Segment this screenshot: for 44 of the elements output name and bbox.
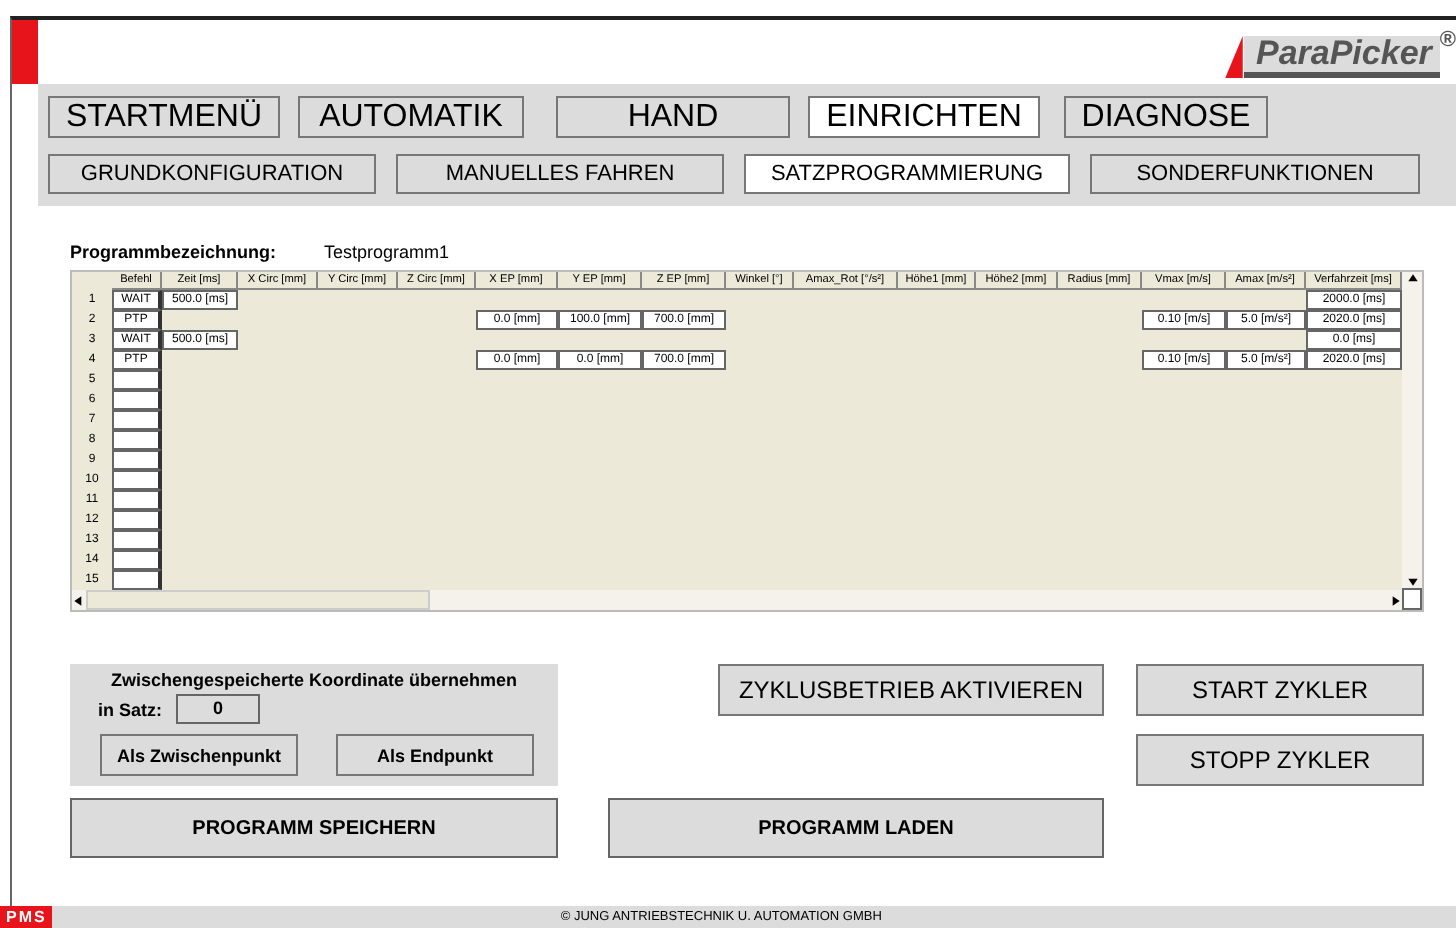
table-cell[interactable]	[112, 390, 162, 410]
load-button[interactable]: PROGRAMM LADEN	[608, 798, 1104, 858]
submenu-tab[interactable]: SATZPROGRAMMIERUNG	[744, 154, 1070, 194]
start-button[interactable]: START ZYKLER	[1136, 664, 1424, 716]
scroll-thumb[interactable]	[86, 590, 430, 610]
table-cell[interactable]	[112, 510, 162, 530]
panel-title: Zwischengespeicherte Koordinate übernehmen	[108, 670, 520, 690]
accent-bar	[12, 20, 38, 84]
submenu-tab[interactable]: GRUNDKONFIGURATION	[48, 154, 376, 194]
block-number-field[interactable]: 0	[176, 694, 260, 724]
triangle-icon	[1223, 36, 1244, 78]
left-arrow-icon[interactable]	[72, 593, 86, 607]
field-label: Programmbezeichnung:	[70, 242, 277, 266]
menu-tab[interactable]: DIAGNOSE	[1064, 96, 1268, 138]
down-arrow-icon[interactable]	[1405, 574, 1419, 588]
vertical-scrollbar[interactable]	[1402, 272, 1422, 588]
stop-button[interactable]: STOPP ZYKLER	[1136, 734, 1424, 786]
table-cell[interactable]	[112, 370, 162, 390]
point-button[interactable]: Als Zwischenpunkt	[100, 734, 298, 776]
logo: ParaPicker ®	[1223, 28, 1456, 78]
menu-tab[interactable]: STARTMENÜ	[48, 96, 280, 138]
program-name: Testprogramm1	[324, 242, 450, 266]
company-badge: PMS	[0, 906, 53, 928]
right-arrow-icon[interactable]	[1388, 593, 1402, 607]
table-cell[interactable]	[112, 570, 162, 590]
table-cell[interactable]	[112, 430, 162, 450]
menu-tab[interactable]: AUTOMATIK	[298, 96, 524, 138]
save-button[interactable]: PROGRAMM SPEICHERN	[70, 798, 558, 858]
scrollbar-corner	[1402, 588, 1422, 610]
submenu-tab[interactable]: MANUELLES FAHREN	[396, 154, 724, 194]
cycle-mode-button[interactable]: ZYKLUSBETRIEB AKTIVIEREN	[718, 664, 1104, 716]
up-arrow-icon[interactable]	[1405, 272, 1419, 286]
submenu-tab[interactable]: SONDERFUNKTIONEN	[1090, 154, 1420, 194]
table-cell[interactable]	[112, 490, 162, 510]
table-cell[interactable]	[112, 530, 162, 550]
menu-tab[interactable]: HAND	[556, 96, 790, 138]
table-cell[interactable]	[112, 470, 162, 490]
point-button[interactable]: Als Endpunkt	[336, 734, 534, 776]
menu-tab[interactable]: EINRICHTEN	[808, 96, 1040, 138]
table-cell[interactable]	[112, 450, 162, 470]
horizontal-scrollbar[interactable]	[72, 590, 1402, 610]
field-label: in Satz:	[98, 699, 164, 719]
table-cell[interactable]	[112, 550, 162, 570]
table-cell[interactable]	[112, 410, 162, 430]
